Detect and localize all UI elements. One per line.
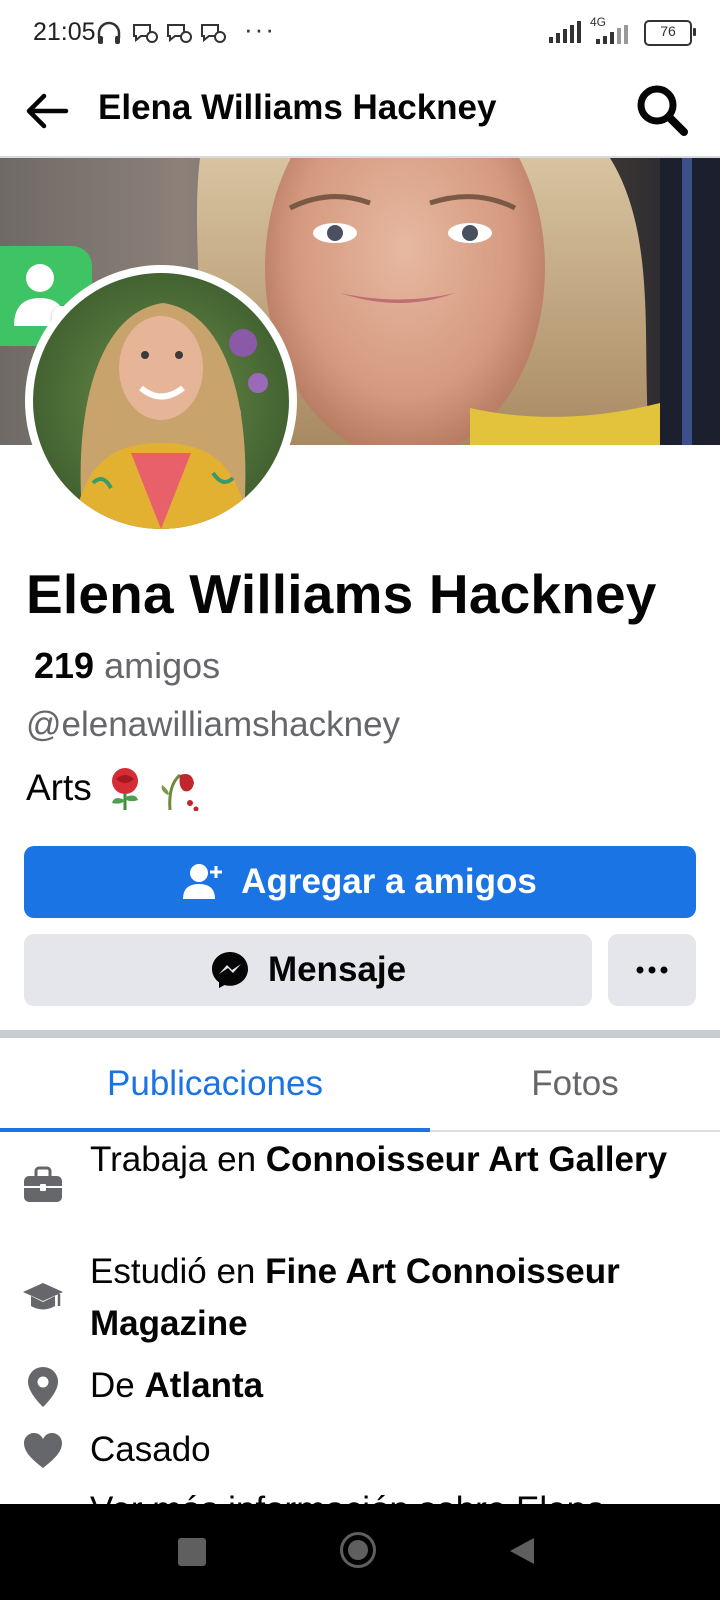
more-horizontal-icon: [636, 966, 668, 974]
location-pin-icon: [28, 1367, 58, 1407]
work-place-link[interactable]: Connoisseur Art Gallery: [266, 1140, 667, 1179]
wilted-rose-icon: [161, 773, 199, 811]
see-more-clip: Ver más información sobre Elena: [0, 1480, 720, 1504]
section-divider: [0, 1030, 720, 1038]
home-button[interactable]: [340, 1532, 376, 1568]
detail-hometown: De Atlanta: [0, 1360, 720, 1418]
status-bar: 21:05 ··· 4G 76: [0, 0, 720, 66]
search-icon[interactable]: [634, 80, 690, 140]
tab-label: Fotos: [531, 1064, 619, 1103]
add-friend-label: Agregar a amigos: [241, 862, 537, 901]
friends-number: 219: [34, 645, 95, 686]
messenger-icon: [211, 952, 248, 988]
arrow-left-icon[interactable]: [22, 86, 72, 136]
message-button[interactable]: Mensaje: [24, 934, 592, 1006]
profile-name: Elena Williams Hackney: [26, 563, 657, 625]
briefcase-icon: [24, 1166, 62, 1202]
back-nav-icon[interactable]: [508, 1536, 536, 1566]
signal-icon: [549, 21, 581, 43]
friends-count[interactable]: 219 amigos: [34, 645, 220, 687]
more-notifications-icon: ···: [244, 14, 276, 44]
chat-notification-icon: [201, 24, 226, 43]
heart-icon: [24, 1433, 62, 1468]
chat-notification-icon: [133, 24, 158, 43]
person-add-icon: [183, 864, 223, 899]
rose-icon: [111, 768, 138, 810]
graduation-cap-icon: [23, 1283, 63, 1310]
profile-bio: Arts: [26, 765, 204, 811]
work-prefix: Trabaja en: [90, 1140, 266, 1179]
tab-fotos[interactable]: Fotos: [430, 1038, 720, 1130]
relationship-status: Casado: [90, 1430, 211, 1469]
detail-relationship: Casado: [0, 1424, 720, 1482]
bio-text: Arts: [26, 767, 92, 808]
detail-work: Trabaja en Connoisseur Art Gallery: [0, 1134, 720, 1246]
detail-education: Estudió en Fine Art Connoisseur Magazine: [0, 1246, 720, 1358]
tab-label: Publicaciones: [107, 1064, 323, 1103]
signal-4g-icon: 4G: [588, 15, 632, 47]
profile-handle: @elenawilliamshackney: [26, 705, 401, 744]
headphones-icon: [97, 21, 121, 44]
from-place-link[interactable]: Atlanta: [144, 1366, 263, 1405]
system-navigation-bar: [0, 1504, 720, 1600]
recents-button[interactable]: [178, 1538, 206, 1566]
chat-notification-icon: [167, 24, 192, 43]
profile-picture: [33, 273, 289, 529]
message-label: Mensaje: [267, 950, 407, 989]
more-options-button[interactable]: [608, 934, 696, 1006]
study-prefix: Estudió en: [90, 1252, 266, 1291]
friends-label: amigos: [104, 645, 221, 686]
tab-publicaciones[interactable]: Publicaciones: [0, 1038, 430, 1130]
status-right-group: 4G 76: [548, 15, 696, 48]
page-title: Elena Williams Hackney: [98, 88, 497, 127]
active-tab-indicator: [0, 1128, 430, 1132]
add-friend-button[interactable]: Agregar a amigos: [24, 846, 696, 918]
see-more-link[interactable]: Ver más información sobre Elena: [90, 1484, 606, 1504]
battery-level: 76: [660, 23, 676, 39]
status-time: 21:05: [33, 18, 96, 46]
avatar[interactable]: [25, 265, 297, 537]
profile-tabs: Publicaciones Fotos: [0, 1038, 720, 1132]
battery-icon: 76: [644, 20, 696, 46]
top-app-bar: Elena Williams Hackney: [0, 66, 720, 158]
from-prefix: De: [90, 1366, 145, 1405]
